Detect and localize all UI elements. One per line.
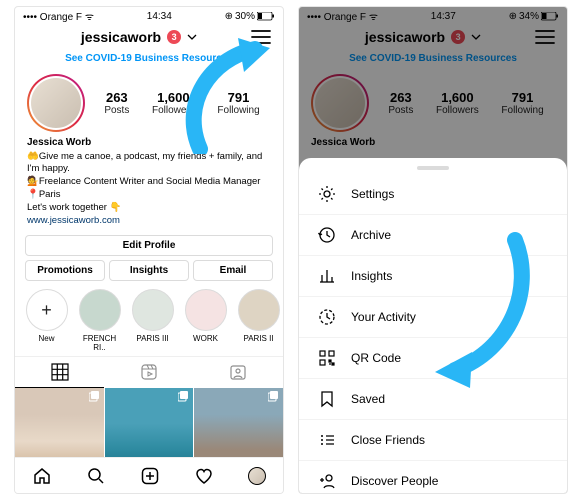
profile-tabs — [15, 356, 283, 388]
menu-label: QR Code — [351, 351, 401, 365]
menu-label: Insights — [351, 269, 392, 283]
qr-icon — [317, 348, 337, 368]
tab-tagged[interactable] — [194, 357, 283, 388]
insights-icon — [317, 266, 337, 286]
promotions-button[interactable]: Promotions — [25, 260, 105, 281]
menu-sheet: Settings Archive Insights Your Activity QR C… — [299, 158, 567, 493]
phone-right: •••• Orange F ᯤ 14:37 ⊕ 34% jessicaworb3… — [298, 6, 568, 494]
closefriends-icon — [317, 430, 337, 450]
highlight-new[interactable]: +New — [23, 289, 70, 352]
menu-insights[interactable]: Insights — [299, 256, 567, 297]
username[interactable]: jessicaworb 3 — [81, 29, 197, 45]
archive-icon — [317, 225, 337, 245]
email-button[interactable]: Email — [193, 260, 273, 281]
search-icon[interactable] — [86, 466, 106, 486]
avatar[interactable] — [27, 74, 85, 132]
phone-left: •••• Orange F ᯤ 14:34 ⊕ 30% jessicaworb … — [14, 6, 284, 494]
menu-qr-code[interactable]: QR Code — [299, 338, 567, 379]
sheet-grabber[interactable] — [417, 166, 449, 170]
home-icon[interactable] — [32, 466, 52, 486]
highlight-2[interactable]: PARIS III — [129, 289, 176, 352]
highlight-4[interactable]: PARIS II — [235, 289, 282, 352]
activity-heart-icon[interactable] — [194, 466, 214, 486]
bottom-nav — [15, 457, 283, 493]
insights-button[interactable]: Insights — [109, 260, 189, 281]
profile-header: jessicaworb 3 — [15, 25, 283, 47]
profile-bio: Jessica Worb 🤲Give me a canoe, a podcast… — [15, 134, 283, 233]
tab-grid[interactable] — [15, 357, 104, 388]
activity-icon — [317, 307, 337, 327]
stat-followers[interactable]: 1,600Followers — [152, 90, 195, 116]
menu-label: Saved — [351, 392, 385, 406]
status-bar: •••• Orange F ᯤ 14:34 ⊕ 30% — [15, 7, 283, 25]
menu-label: Discover People — [351, 474, 438, 488]
menu-your-activity[interactable]: Your Activity — [299, 297, 567, 338]
nav-avatar[interactable] — [248, 467, 266, 485]
highlight-1[interactable]: FRENCH RI.. — [76, 289, 123, 352]
menu-settings[interactable]: Settings — [299, 174, 567, 215]
menu-label: Your Activity — [351, 310, 416, 324]
notification-badge: 3 — [167, 30, 181, 44]
website-link[interactable]: www.jessicaworb.com — [27, 215, 271, 228]
menu-saved[interactable]: Saved — [299, 379, 567, 420]
menu-label: Close Friends — [351, 433, 425, 447]
carousel-icon — [268, 391, 280, 403]
menu-label: Archive — [351, 228, 391, 242]
highlight-3[interactable]: WORK — [182, 289, 229, 352]
chevron-down-icon — [187, 32, 197, 42]
carousel-icon — [89, 391, 101, 403]
tab-reels[interactable] — [104, 357, 193, 388]
menu-archive[interactable]: Archive — [299, 215, 567, 256]
edit-profile-button[interactable]: Edit Profile — [25, 235, 273, 256]
profile-stats: 263Posts 1,600Followers 791Following — [93, 90, 271, 116]
discover-icon — [317, 471, 337, 491]
covid-banner[interactable]: See COVID-19 Business Resources — [15, 47, 283, 70]
menu-discover-people[interactable]: Discover People — [299, 461, 567, 494]
hamburger-menu-icon[interactable] — [251, 29, 271, 45]
stat-following[interactable]: 791Following — [217, 90, 259, 116]
menu-label: Settings — [351, 187, 394, 201]
story-highlights: +NewFRENCH RI..PARIS IIIWORKPARIS II — [15, 283, 283, 356]
saved-icon — [317, 389, 337, 409]
stat-posts[interactable]: 263Posts — [104, 90, 129, 116]
create-icon[interactable] — [140, 466, 160, 486]
carousel-icon — [178, 391, 190, 403]
settings-icon — [317, 184, 337, 204]
menu-close-friends[interactable]: Close Friends — [299, 420, 567, 461]
